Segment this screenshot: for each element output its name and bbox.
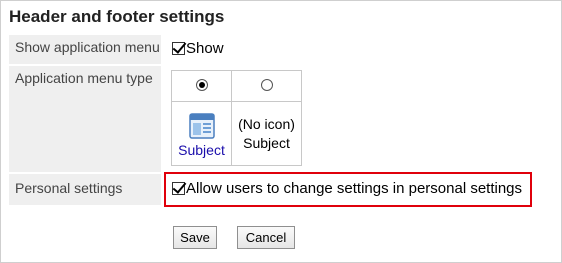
app-menu-type-option-noicon[interactable]: (No icon) Subject (231, 101, 302, 166)
cancel-button[interactable]: Cancel (237, 226, 295, 249)
show-app-menu-label: Show application menu (9, 35, 161, 64)
app-menu-type-radio-noicon[interactable] (260, 79, 273, 91)
app-menu-type-caption-icon: Subject (178, 142, 225, 158)
app-menu-type-radio-icon[interactable] (195, 79, 208, 91)
app-window-icon (188, 113, 215, 139)
show-app-menu-option[interactable]: Show (172, 40, 224, 57)
personal-settings-option[interactable]: Allow users to change settings in person… (172, 180, 522, 197)
personal-settings-checkbox[interactable] (172, 182, 185, 195)
app-menu-type-label: Application menu type (9, 66, 161, 172)
show-app-menu-text: Show (186, 40, 224, 57)
app-menu-type-options: Subject (No icon) Subject (171, 70, 302, 166)
no-icon-text: (No icon) (238, 116, 295, 132)
personal-settings-text: Allow users to change settings in person… (186, 180, 523, 197)
personal-settings-label: Personal settings (9, 174, 161, 205)
app-menu-type-radio-cell-icon[interactable] (171, 70, 232, 102)
app-menu-type-caption-noicon: Subject (243, 135, 290, 151)
app-menu-type-radio-cell-noicon[interactable] (231, 70, 302, 102)
app-menu-type-option-icon[interactable]: Subject (171, 101, 232, 166)
page-title: Header and footer settings (9, 7, 225, 26)
save-button[interactable]: Save (173, 226, 217, 249)
show-app-menu-checkbox[interactable] (172, 42, 185, 55)
